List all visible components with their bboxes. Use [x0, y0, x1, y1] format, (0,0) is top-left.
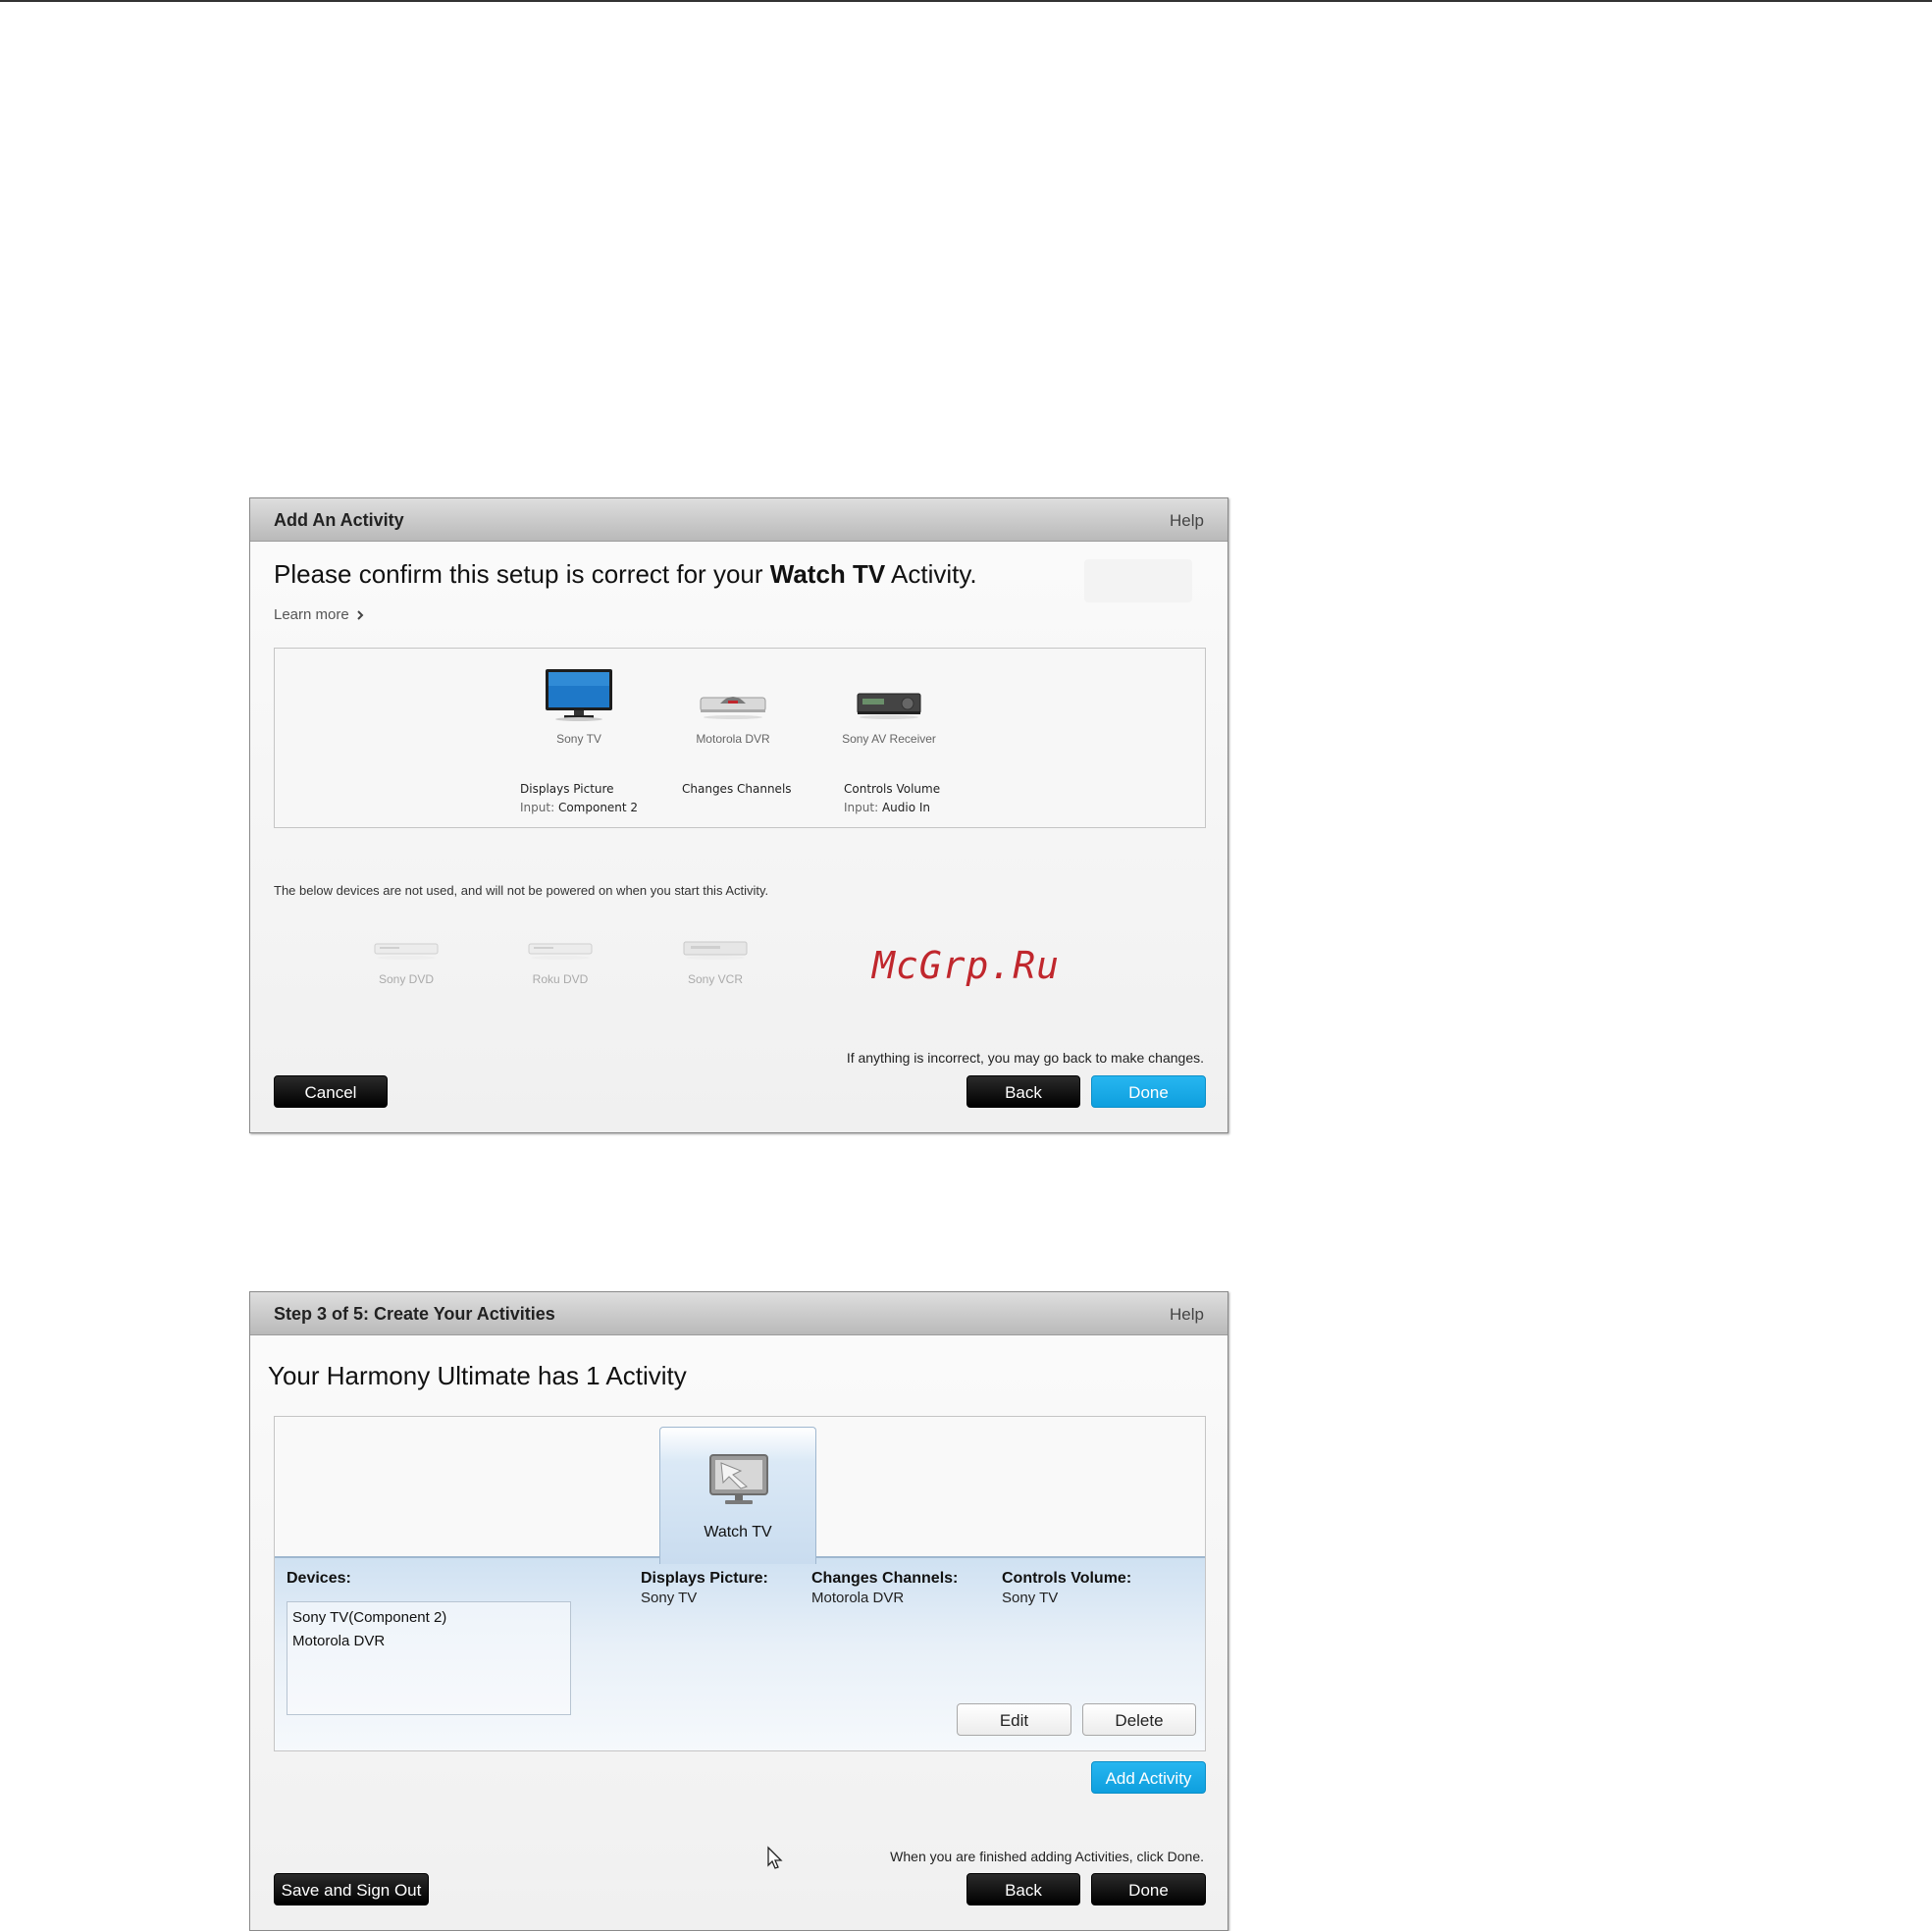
learn-more-link[interactable]: Learn more: [274, 606, 364, 623]
panel-title: Step 3 of 5: Create Your Activities: [274, 1304, 555, 1324]
devices-label: Devices:: [287, 1570, 351, 1587]
ghost-box: [1084, 559, 1192, 602]
av-receiver-icon: [857, 693, 921, 719]
activity-tab-watch-tv[interactable]: Watch TV: [659, 1427, 816, 1564]
tv-icon: [546, 669, 612, 721]
changes-channels-value: Motorola DVR: [811, 1590, 905, 1606]
input-value: Audio In: [881, 801, 931, 814]
input-value: Component 2: [557, 801, 639, 814]
unused-device-name: Sony VCR: [687, 972, 744, 986]
device-role-sony-av-receiver: Controls Volume Input: Audio In: [844, 780, 940, 817]
help-link[interactable]: Help: [1170, 511, 1204, 531]
device-role-sony-tv: Displays Picture Input: Component 2: [520, 780, 638, 817]
add-activity-panel: Add An Activity Help Please confirm this…: [249, 497, 1228, 1133]
activity-detail: Devices: Sony TV(Component 2) Motorola D…: [275, 1556, 1205, 1750]
unused-device-sony-dvd: Sony DVD: [347, 938, 465, 986]
device-sony-av-receiver: Sony AV Receiver: [810, 688, 967, 746]
device-name: Sony TV: [556, 732, 601, 746]
mouse-cursor-icon: [767, 1846, 783, 1869]
chevron-right-icon: [357, 610, 364, 620]
activity-name: Watch TV: [769, 559, 886, 589]
device-input: Input: Audio In: [844, 799, 940, 817]
delete-button[interactable]: Delete: [1082, 1703, 1196, 1736]
back-button[interactable]: Back: [966, 1075, 1080, 1108]
dvr-icon: [700, 697, 766, 719]
device-role: Changes Channels: [682, 782, 792, 796]
devices-list[interactable]: Sony TV(Component 2) Motorola DVR: [287, 1601, 571, 1715]
done-button[interactable]: Done: [1091, 1873, 1206, 1905]
panel-header: Step 3 of 5: Create Your Activities Help: [250, 1292, 1227, 1335]
panel-title: Add An Activity: [274, 510, 404, 530]
activities-heading: Your Harmony Ultimate has 1 Activity: [268, 1361, 687, 1390]
incorrect-note: If anything is incorrect, you may go bac…: [846, 1050, 1204, 1066]
displays-picture-value: Sony TV: [641, 1590, 698, 1606]
device-sony-tv: Sony TV: [500, 668, 657, 746]
device-role-motorola-dvr: Changes Channels: [682, 780, 792, 799]
confirm-heading: Please confirm this setup is correct for…: [274, 559, 977, 590]
vcr-icon: [683, 941, 748, 960]
panel-header: Add An Activity Help: [250, 498, 1227, 542]
device-role: Displays Picture: [520, 782, 614, 796]
list-item[interactable]: Sony TV(Component 2): [292, 1606, 565, 1630]
device-motorola-dvr: Motorola DVR: [654, 688, 811, 746]
unused-device-name: Roku DVD: [532, 972, 589, 986]
used-devices-box: Sony TV Displays Picture Input: Componen…: [274, 648, 1206, 828]
unused-device-sony-vcr: Sony VCR: [656, 938, 774, 986]
add-activity-button[interactable]: Add Activity: [1091, 1761, 1206, 1794]
unused-devices-note: The below devices are not used, and will…: [274, 883, 769, 898]
cancel-button[interactable]: Cancel: [274, 1075, 388, 1108]
device-role: Controls Volume: [844, 782, 941, 796]
device-input: Input: Component 2: [520, 799, 638, 817]
back-button[interactable]: Back: [966, 1873, 1080, 1905]
controls-volume-value: Sony TV: [1002, 1590, 1059, 1606]
help-link[interactable]: Help: [1170, 1305, 1204, 1325]
top-rule: [0, 0, 1932, 2]
device-name: Sony AV Receiver: [842, 732, 936, 746]
list-item[interactable]: Motorola DVR: [292, 1630, 565, 1653]
unused-device-name: Sony DVD: [378, 972, 435, 986]
confirm-heading-suffix: Activity.: [885, 559, 977, 589]
unused-device-roku-dvd: Roku DVD: [501, 938, 619, 986]
activity-box: Devices: Sony TV(Component 2) Motorola D…: [274, 1416, 1206, 1751]
input-label: Input:: [520, 801, 555, 814]
done-button[interactable]: Done: [1091, 1075, 1206, 1108]
device-name: Motorola DVR: [696, 732, 770, 746]
watch-tv-icon: [709, 1454, 768, 1504]
dvd-player-icon: [528, 943, 593, 960]
input-label: Input:: [844, 801, 879, 814]
changes-channels-label: Changes Channels:: [811, 1570, 959, 1587]
confirm-heading-text: Please confirm this setup is correct for…: [274, 559, 770, 589]
displays-picture-label: Displays Picture:: [641, 1570, 768, 1587]
save-and-sign-out-button[interactable]: Save and Sign Out: [274, 1873, 429, 1905]
dvd-player-icon: [374, 943, 439, 960]
edit-button[interactable]: Edit: [957, 1703, 1071, 1736]
finished-note: When you are finished adding Activities,…: [890, 1849, 1204, 1864]
create-activities-panel: Step 3 of 5: Create Your Activities Help…: [249, 1291, 1228, 1931]
activity-tab-label: Watch TV: [704, 1524, 772, 1540]
controls-volume-label: Controls Volume:: [1002, 1570, 1132, 1587]
learn-more-label: Learn more: [274, 606, 349, 623]
watermark: McGrp.Ru: [872, 944, 1061, 987]
